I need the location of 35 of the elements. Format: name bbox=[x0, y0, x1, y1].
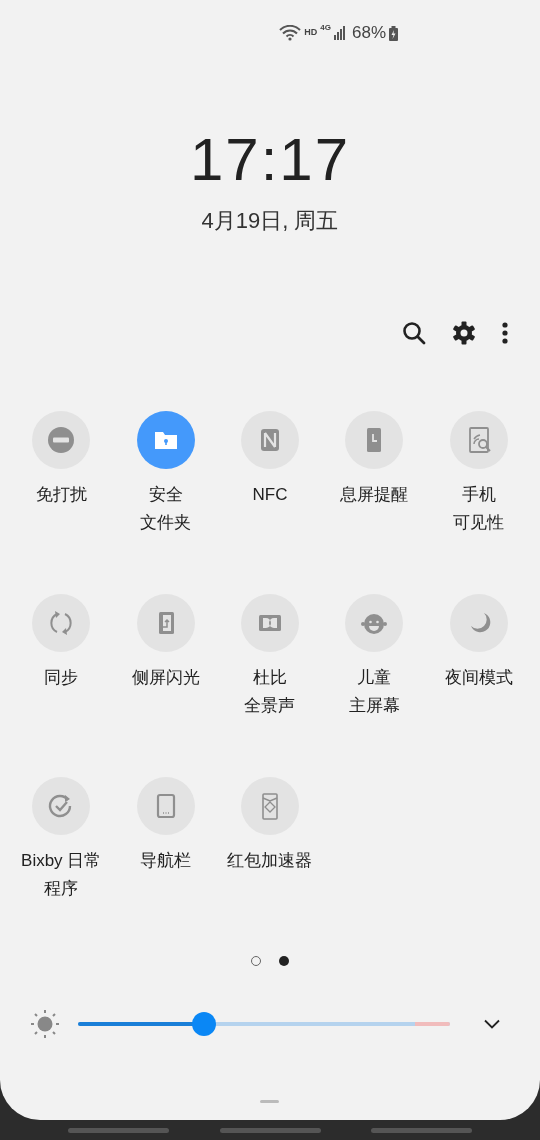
settings-icon[interactable] bbox=[452, 321, 476, 345]
tile-label: 安全 bbox=[148, 484, 183, 506]
tile-label: 红包加速器 bbox=[227, 850, 313, 872]
tile-label: 同步 bbox=[44, 667, 79, 689]
network-label: HD bbox=[304, 26, 318, 40]
tile-label: NFC bbox=[252, 484, 288, 506]
cellular-label: 4G bbox=[320, 22, 331, 34]
tile-button[interactable] bbox=[136, 411, 195, 469]
more-options-icon[interactable] bbox=[502, 322, 508, 344]
tile-label: 导航栏 bbox=[140, 850, 192, 872]
tile-label: Bixby 日常 bbox=[21, 850, 102, 872]
tile-label: 可见性 bbox=[453, 512, 505, 534]
battery-percent: 68% bbox=[351, 22, 386, 45]
tile-label: 杜比 bbox=[253, 667, 287, 689]
clock-time: 17:17 bbox=[188, 130, 352, 190]
signal-icon bbox=[333, 26, 346, 40]
tile-label: 文件夹 bbox=[140, 512, 192, 534]
tile-label: 主屏幕 bbox=[348, 695, 400, 717]
wifi-icon bbox=[279, 25, 302, 41]
battery-icon bbox=[389, 25, 398, 41]
search-icon[interactable] bbox=[402, 321, 426, 345]
tile-label: 夜间模式 bbox=[444, 667, 513, 689]
tile-label: 息屏提醒 bbox=[340, 484, 409, 506]
tile-label: 程序 bbox=[44, 878, 79, 900]
tile-label: 儿童 bbox=[357, 667, 392, 689]
expand-icon[interactable] bbox=[484, 1019, 500, 1029]
brightness-slider[interactable] bbox=[78, 1012, 450, 1036]
tile-label: 侧屏闪光 bbox=[131, 667, 200, 689]
drag-handle[interactable] bbox=[260, 1100, 279, 1103]
tile-label: 全景声 bbox=[244, 695, 296, 717]
minus-circle-icon bbox=[46, 425, 77, 455]
brightness-icon bbox=[30, 1009, 60, 1039]
tile-label: 免打扰 bbox=[35, 484, 87, 506]
clock-date: 4月19日, 周五 bbox=[200, 207, 340, 235]
tile-label: 手机 bbox=[461, 484, 496, 506]
